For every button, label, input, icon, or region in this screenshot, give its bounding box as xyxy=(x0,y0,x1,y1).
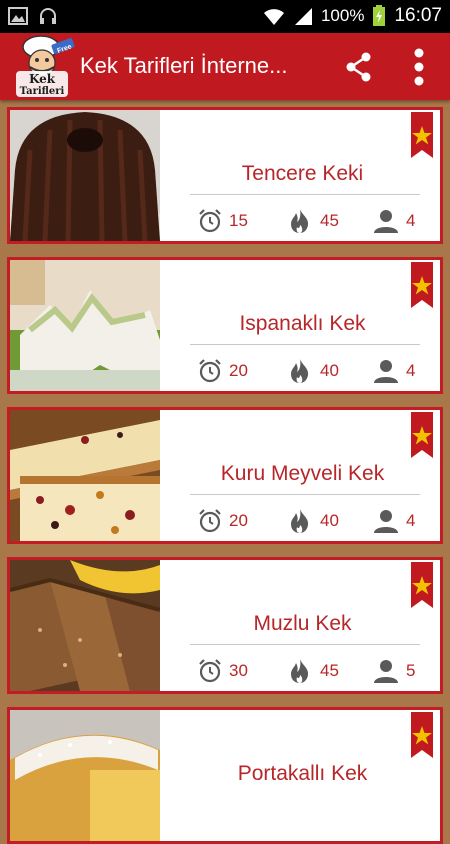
calories: 40 xyxy=(320,511,339,530)
wifi-icon xyxy=(263,9,284,25)
divider xyxy=(190,344,420,345)
favorite-star-bookmark-icon[interactable] xyxy=(411,562,433,608)
recipe-title: Tencere Keki xyxy=(241,162,364,185)
clock: 16:07 xyxy=(394,5,442,26)
alarm-clock-icon xyxy=(199,509,221,533)
recipe-card[interactable]: Tencere Keki 15 45 4 xyxy=(7,107,443,244)
recipe-title: Ispanaklı Kek xyxy=(239,312,366,335)
app-logo[interactable]: Free Kek Tarifleri xyxy=(6,35,76,98)
flame-icon xyxy=(291,659,309,683)
recipe-image-banana-cake xyxy=(10,560,160,691)
alarm-clock-icon xyxy=(199,359,221,383)
prep-time: 30 xyxy=(229,661,248,680)
alarm-clock-icon xyxy=(199,659,221,683)
person-icon xyxy=(374,360,398,383)
share-button[interactable] xyxy=(341,49,377,85)
recipe-title: Portakallı Kek xyxy=(237,762,368,785)
recipe-title: Muzlu Kek xyxy=(253,612,352,635)
calories: 45 xyxy=(320,661,339,680)
recipe-card[interactable]: Kuru Meyveli Kek 20 40 4 xyxy=(7,407,443,544)
recipe-title: Kuru Meyveli Kek xyxy=(220,462,385,485)
recipe-image-dried-fruit-cake xyxy=(10,410,160,541)
favorite-star-bookmark-icon[interactable] xyxy=(411,262,433,308)
divider xyxy=(190,194,420,195)
recipe-image-orange-cake xyxy=(10,710,160,841)
chef-logo-icon: Free Kek Tarifleri xyxy=(16,35,75,97)
headphones-icon xyxy=(40,8,56,24)
prep-time: 20 xyxy=(229,361,248,380)
favorite-star-bookmark-icon[interactable] xyxy=(411,712,433,758)
app-title: Kek Tarifleri İnterne... xyxy=(80,53,288,78)
signal-icon xyxy=(294,8,312,25)
person-icon xyxy=(374,660,398,683)
servings: 4 xyxy=(406,211,416,230)
overflow-menu-button[interactable] xyxy=(404,45,434,89)
flame-icon xyxy=(291,359,309,383)
servings: 4 xyxy=(406,361,416,380)
divider xyxy=(190,494,420,495)
divider xyxy=(190,644,420,645)
share-icon xyxy=(346,52,371,82)
status-bar: 100% 16:07 xyxy=(0,0,450,33)
recipe-card[interactable]: Muzlu Kek 30 45 5 xyxy=(7,557,443,694)
favorite-star-bookmark-icon[interactable] xyxy=(411,412,433,458)
favorite-star-bookmark-icon[interactable] xyxy=(411,112,433,158)
person-icon xyxy=(374,210,398,233)
servings: 4 xyxy=(406,511,416,530)
battery-percent: 100% xyxy=(320,6,365,25)
battery-icon xyxy=(373,5,386,26)
recipe-list: Tencere Keki 15 45 4 Ispanaklı Kek 20 40… xyxy=(0,100,450,844)
person-icon xyxy=(374,510,398,533)
recipe-image-bundt-cake xyxy=(10,110,160,241)
calories: 40 xyxy=(320,361,339,380)
app-bar: Free Kek Tarifleri Kek Tarifleri İnterne… xyxy=(0,33,450,100)
logo-text-kek: Kek xyxy=(29,72,56,86)
prep-time: 15 xyxy=(229,211,248,230)
more-vert-icon xyxy=(414,48,424,86)
recipe-card[interactable]: Ispanaklı Kek 20 40 4 xyxy=(7,257,443,394)
recipe-card[interactable]: Portakallı Kek xyxy=(7,707,443,844)
alarm-clock-icon xyxy=(199,209,221,233)
flame-icon xyxy=(291,209,309,233)
recipe-image-spinach-cake xyxy=(10,260,160,391)
calories: 45 xyxy=(320,211,339,230)
logo-text-tarifleri: Tarifleri xyxy=(20,86,65,97)
gallery-notification-icon xyxy=(8,7,28,25)
prep-time: 20 xyxy=(229,511,248,530)
servings: 5 xyxy=(406,661,416,680)
flame-icon xyxy=(291,509,309,533)
